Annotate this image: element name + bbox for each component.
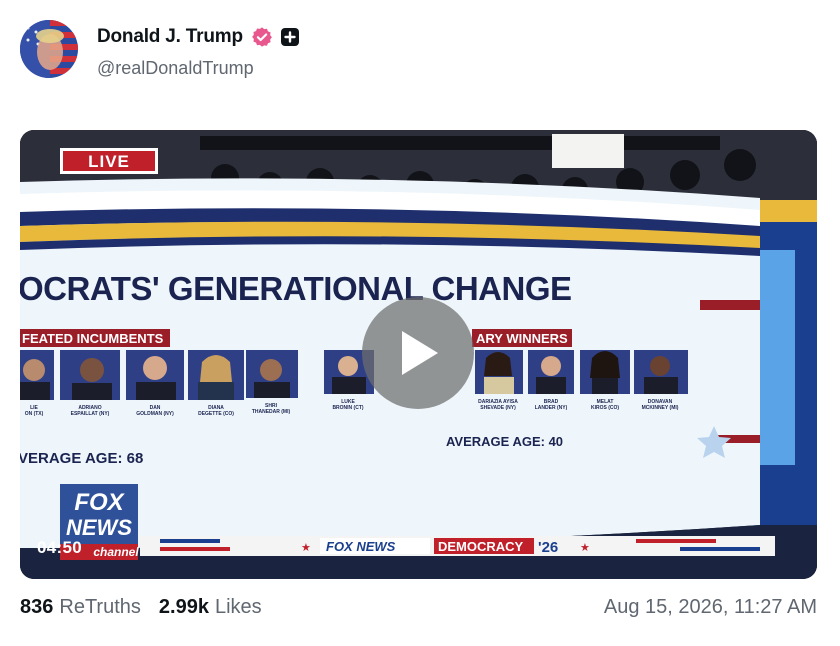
left-average-age: VERAGE AGE: 68 xyxy=(20,450,143,467)
likes-label: Likes xyxy=(214,596,262,618)
display-name[interactable]: Donald J. Trump xyxy=(97,26,243,48)
ticker-year: '26 xyxy=(538,539,558,556)
likes-count: 2.99k xyxy=(158,596,209,618)
right-person-caption: DARIAZIA AYISA SHEVADE (NY) xyxy=(478,399,518,411)
play-button[interactable] xyxy=(362,297,474,409)
right-average-age: AVERAGE AGE: 40 xyxy=(446,434,563,449)
likes-stat[interactable]: 2.99k Likes xyxy=(159,596,262,619)
fox-logo-line2: NEWS xyxy=(66,515,132,540)
fox-logo-line1: FOX xyxy=(74,489,125,516)
plus-square-icon xyxy=(280,28,299,46)
ticker-segment: DEMOCRACY xyxy=(438,539,524,554)
live-badge: LIVE xyxy=(88,152,130,171)
post-timestamp[interactable]: Aug 15, 2026, 11:27 AM xyxy=(604,596,817,619)
left-section-label: FEATED INCUMBENTS xyxy=(22,331,164,346)
user-handle[interactable]: @realDonaldTrump xyxy=(97,58,300,79)
post-stats: 836 ReTruths 2.99k Likes Aug 15, 2026, 11:… xyxy=(20,596,817,619)
play-icon xyxy=(402,331,438,375)
star-icon: ★ xyxy=(301,542,311,554)
video-time: 04:50 xyxy=(37,538,82,557)
verified-badge-icon xyxy=(251,27,272,47)
retruths-label: ReTruths xyxy=(59,596,141,618)
fox-logo-line3: channel xyxy=(93,545,139,559)
screen-headline: OCRATS' GENERATIONAL CHANGE xyxy=(20,270,572,307)
avatar[interactable] xyxy=(20,20,78,78)
ticker-brand: FOX NEWS xyxy=(326,539,396,554)
post-header: Donald J. Trump @realDonaldTrump xyxy=(20,20,300,82)
video-player[interactable]: LIVE OCRATS' GENERATIONAL CHANGE FEATED … xyxy=(20,130,817,579)
retruths-stat[interactable]: 836 ReTruths xyxy=(20,596,141,619)
star-icon: ★ xyxy=(580,542,590,554)
right-section-label: ARY WINNERS xyxy=(476,331,568,346)
avatar-image xyxy=(20,20,78,78)
retruths-count: 836 xyxy=(20,596,54,618)
